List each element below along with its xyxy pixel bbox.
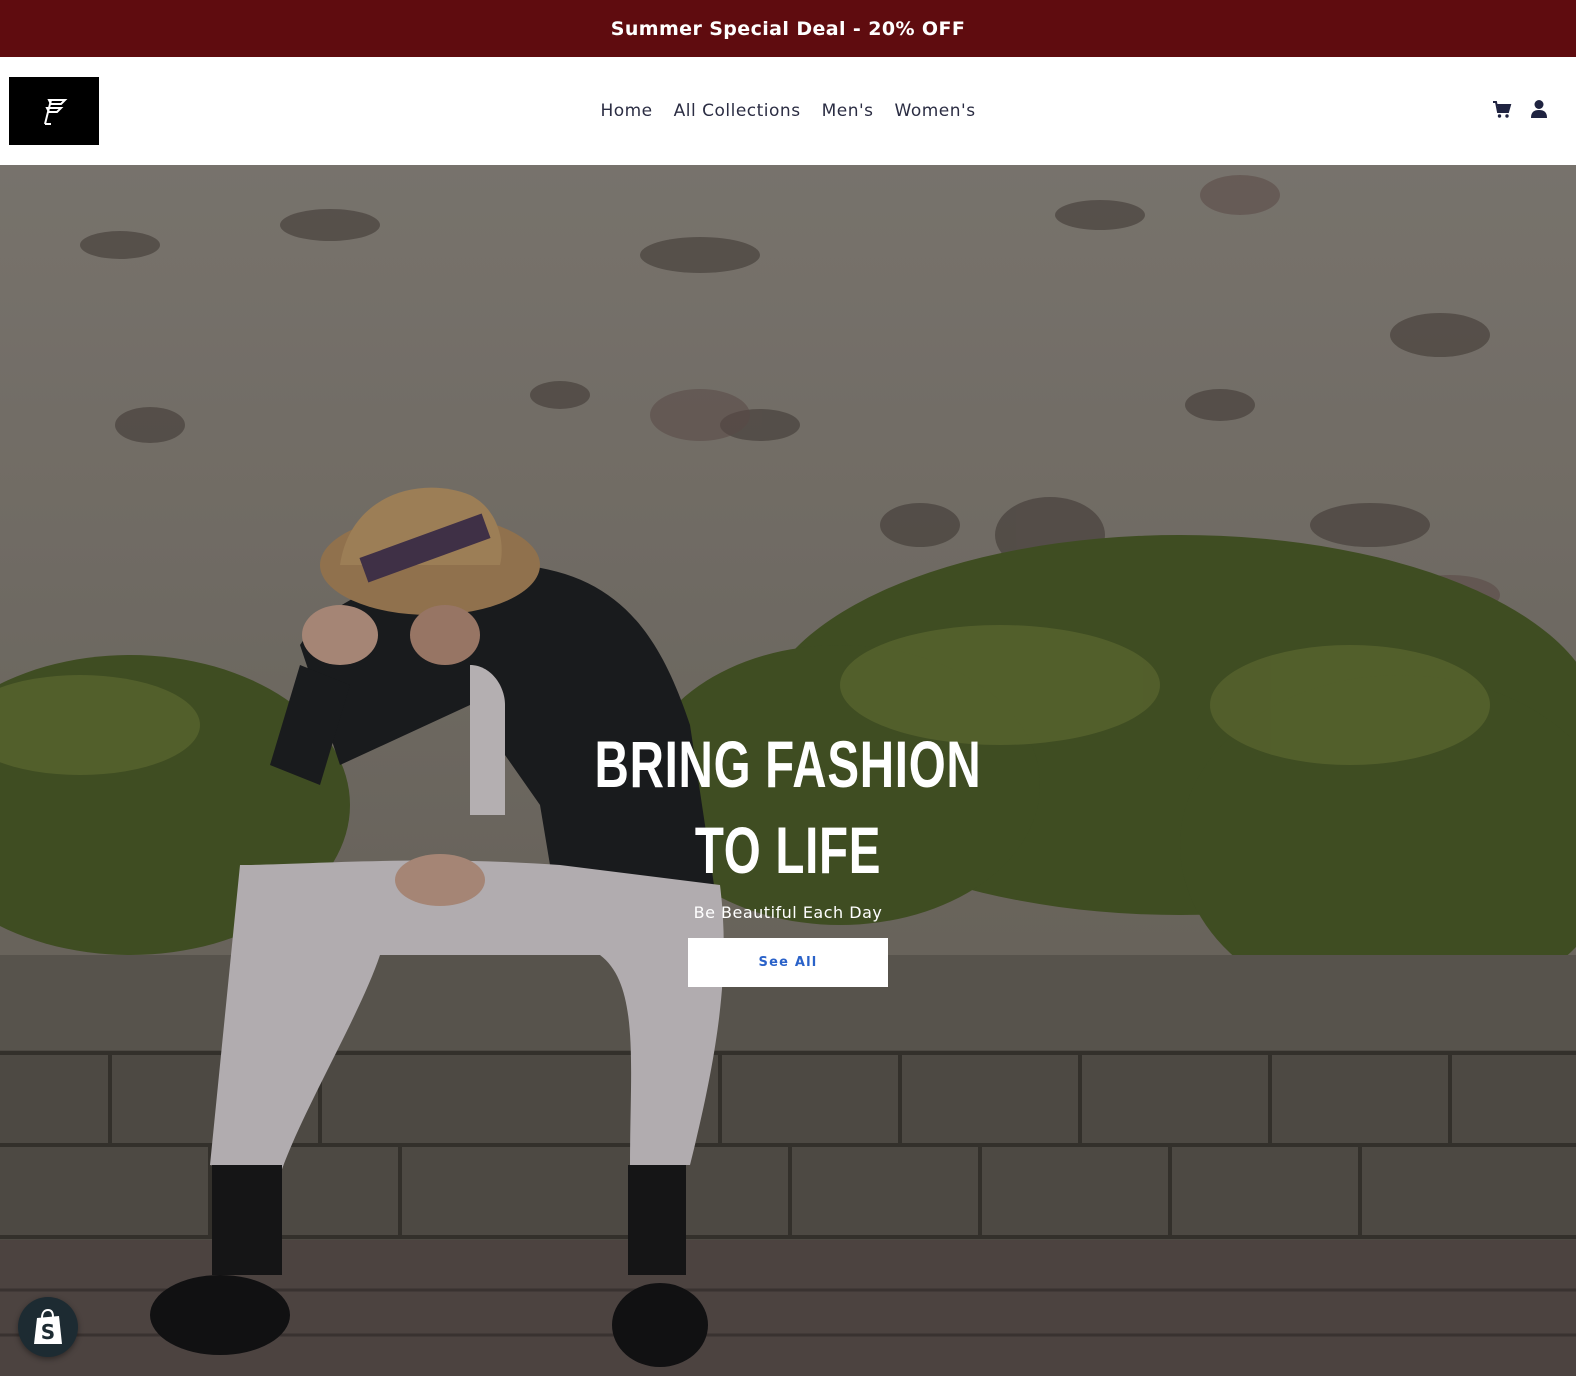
svg-text:S: S	[41, 1320, 55, 1344]
site-header: Home All Collections Men's Women's	[0, 57, 1576, 165]
nav-all-collections[interactable]: All Collections	[674, 101, 801, 121]
shopify-bag-icon[interactable]: S	[18, 1297, 78, 1357]
announcement-text: Summer Special Deal - 20% OFF	[610, 17, 966, 40]
nav-mens[interactable]: Men's	[822, 101, 874, 121]
announcement-bar: Summer Special Deal - 20% OFF	[0, 0, 1576, 57]
hero-title: BRING FASHION TO LIFE	[572, 721, 1004, 893]
hero-subtitle: Be Beautiful Each Day	[693, 903, 883, 922]
hero-banner: BRING FASHION TO LIFE Be Beautiful Each …	[0, 165, 1576, 1376]
hero-title-line-2: TO LIFE	[694, 813, 882, 887]
cart-icon[interactable]	[1492, 99, 1512, 119]
nav-womens[interactable]: Women's	[895, 101, 976, 121]
hero-title-line-1: BRING FASHION	[594, 727, 982, 801]
account-icon[interactable]	[1530, 99, 1550, 119]
hero-content: BRING FASHION TO LIFE Be Beautiful Each …	[0, 721, 1576, 987]
see-all-button[interactable]: See All	[688, 938, 888, 987]
nav-home[interactable]: Home	[600, 101, 652, 121]
main-nav: Home All Collections Men's Women's	[0, 57, 1576, 165]
